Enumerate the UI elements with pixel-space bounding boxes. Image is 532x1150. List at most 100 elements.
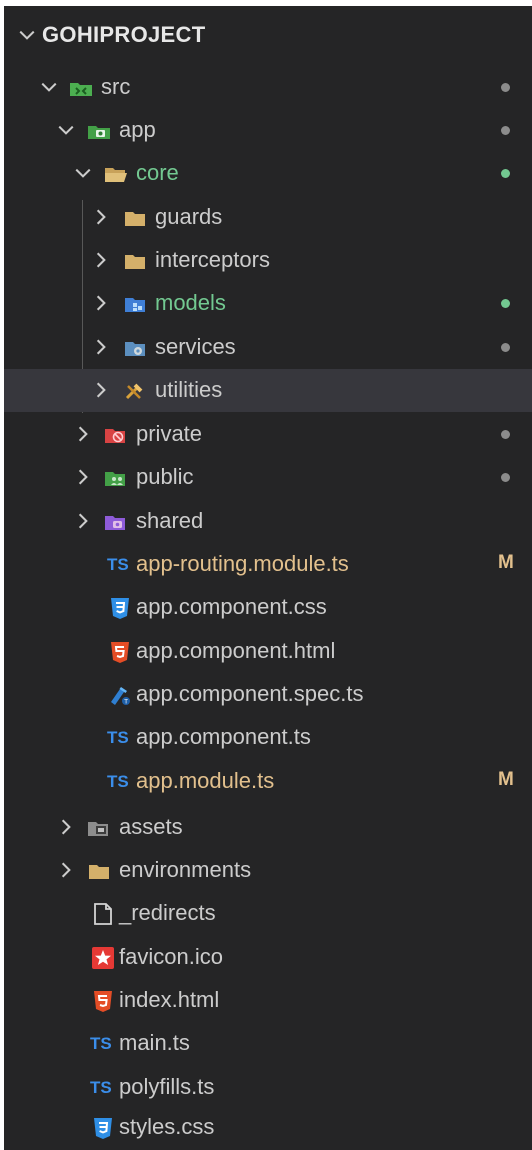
css-icon <box>94 1118 112 1139</box>
tree-item-label: utilities <box>155 377 223 402</box>
tree-item-label: index.html <box>119 987 220 1012</box>
typescript-icon: TS <box>107 728 129 747</box>
folder-icon <box>89 865 109 879</box>
tree-item-app[interactable]: app <box>4 109 532 152</box>
tree-item-label: app-routing.module.ts <box>136 551 349 576</box>
tree-item-redirects[interactable]: _redirects <box>4 892 532 935</box>
tree-item-label: app.module.ts <box>136 768 275 793</box>
tree-item-label: assets <box>119 814 183 839</box>
chevron-down-icon[interactable] <box>74 164 92 182</box>
git-status-dot <box>501 126 510 135</box>
tree-item-assets[interactable]: assets <box>4 806 532 849</box>
chevron-right-icon[interactable] <box>92 338 110 356</box>
typescript-icon: TS <box>107 555 129 574</box>
folder-icon <box>125 212 145 226</box>
tree-item-private[interactable]: private <box>4 413 532 456</box>
models-folder-icon <box>125 298 145 312</box>
tree-item-src[interactable]: src <box>4 66 532 109</box>
html-icon <box>111 642 129 663</box>
tree-item-main-ts[interactable]: TS main.ts <box>4 1022 532 1065</box>
tree-item-label: app.component.html <box>136 638 336 663</box>
explorer-header[interactable]: GOHIPROJECT <box>4 6 532 64</box>
tree-item-label: src <box>101 74 131 99</box>
screenshot-frame: GOHIPROJECT src app core guards intercep… <box>0 0 532 1150</box>
folder-icon <box>125 255 145 269</box>
tree-item-models[interactable]: models <box>4 282 532 325</box>
tree-item-styles-css[interactable]: styles.css <box>4 1106 532 1149</box>
chevron-down-icon[interactable] <box>40 78 58 96</box>
spec-test-icon: T <box>111 687 130 706</box>
chevron-down-icon[interactable] <box>57 121 75 139</box>
chevron-right-icon[interactable] <box>92 294 110 312</box>
blank-file-icon <box>94 903 112 925</box>
tree-item-label: shared <box>136 508 204 533</box>
chevron-right-icon[interactable] <box>92 381 110 399</box>
tree-item-app-component-css[interactable]: app.component.css <box>4 586 532 629</box>
git-status-dot <box>501 343 510 352</box>
tree-item-app-component-spec-ts[interactable]: T app.component.spec.ts <box>4 673 532 716</box>
git-status-dot <box>501 299 510 308</box>
utilities-folder-icon <box>125 383 143 400</box>
tree-item-utilities[interactable]: utilities <box>4 369 532 412</box>
tree-item-favicon-ico[interactable]: favicon.ico <box>4 936 532 979</box>
svg-text:T: T <box>123 699 128 706</box>
chevron-down-icon[interactable] <box>18 26 36 44</box>
assets-folder-icon <box>88 822 108 836</box>
tree-item-label: interceptors <box>155 247 270 272</box>
tree-item-app-module-ts[interactable]: TS app.module.ts M <box>4 760 532 803</box>
tree-item-label: models <box>155 290 226 315</box>
git-status-dot <box>501 169 510 178</box>
tree-item-label: polyfills.ts <box>119 1074 215 1099</box>
tree-item-label: services <box>155 334 236 359</box>
app-folder-icon <box>88 126 110 139</box>
tree-item-label: public <box>136 464 194 489</box>
tree-item-interceptors[interactable]: interceptors <box>4 239 532 282</box>
css-icon <box>111 598 129 619</box>
git-modified-badge: M <box>498 769 514 790</box>
chevron-right-icon[interactable] <box>57 861 75 879</box>
tree-item-core[interactable]: core <box>4 152 532 195</box>
tree-item-app-component-html[interactable]: app.component.html <box>4 630 532 673</box>
favicon-star-icon <box>92 947 114 969</box>
shared-folder-icon <box>105 516 125 530</box>
typescript-icon: TS <box>90 1034 112 1053</box>
file-explorer: GOHIPROJECT src app core guards intercep… <box>4 6 532 1150</box>
git-modified-badge: M <box>498 552 514 573</box>
public-folder-icon <box>105 472 125 486</box>
tree-item-label: app.component.css <box>136 594 327 619</box>
tree-item-label: app.component.ts <box>136 724 311 749</box>
tree-item-label: core <box>136 160 179 185</box>
chevron-right-icon[interactable] <box>92 208 110 226</box>
tree-item-shared[interactable]: shared <box>4 500 532 543</box>
chevron-right-icon[interactable] <box>74 512 92 530</box>
chevron-right-icon[interactable] <box>74 468 92 486</box>
tree-item-guards[interactable]: guards <box>4 196 532 239</box>
tree-item-services[interactable]: services <box>4 326 532 369</box>
tree-item-app-routing-module-ts[interactable]: TS app-routing.module.ts M <box>4 543 532 586</box>
git-status-dot <box>501 430 510 439</box>
typescript-icon: TS <box>90 1078 112 1097</box>
typescript-icon: TS <box>107 772 129 791</box>
html-icon <box>94 991 112 1012</box>
tree-item-app-component-ts[interactable]: TS app.component.ts <box>4 716 532 759</box>
tree-item-label: favicon.ico <box>119 944 223 969</box>
tree-item-environments[interactable]: environments <box>4 849 532 892</box>
src-folder-icon <box>70 83 92 96</box>
tree-item-index-html[interactable]: index.html <box>4 979 532 1022</box>
tree-item-label: main.ts <box>119 1030 190 1055</box>
services-folder-icon <box>125 342 145 356</box>
open-folder-icon <box>105 168 127 182</box>
chevron-right-icon[interactable] <box>74 425 92 443</box>
tree-item-label: styles.css <box>119 1114 215 1139</box>
tree-item-polyfills-ts[interactable]: TS polyfills.ts <box>4 1066 532 1109</box>
git-status-dot <box>501 83 510 92</box>
private-folder-icon <box>105 429 125 443</box>
tree-item-label: guards <box>155 204 223 229</box>
chevron-right-icon[interactable] <box>92 251 110 269</box>
git-status-dot <box>501 473 510 482</box>
tree-item-label: app <box>119 117 156 142</box>
project-title: GOHIPROJECT <box>42 22 206 47</box>
chevron-right-icon[interactable] <box>57 818 75 836</box>
tree-item-public[interactable]: public <box>4 456 532 499</box>
tree-item-label: environments <box>119 857 252 882</box>
